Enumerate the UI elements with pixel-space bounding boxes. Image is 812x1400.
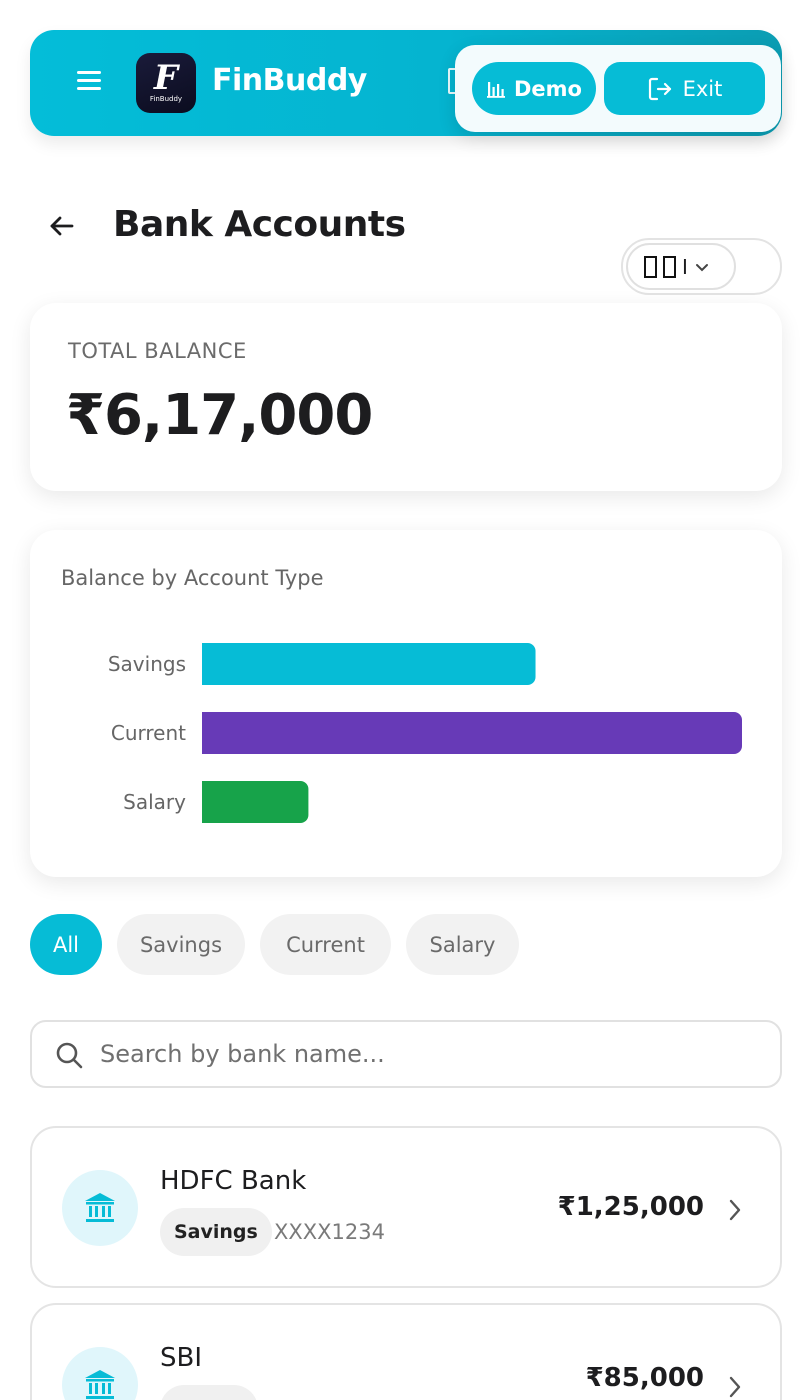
- chevron-right-icon: [729, 1376, 741, 1398]
- app-logo: F FinBuddy: [136, 53, 196, 113]
- page-title: Bank Accounts: [113, 204, 406, 245]
- chart-category-label: Savings: [108, 652, 186, 676]
- account-balance: ₹1,25,000: [557, 1192, 704, 1222]
- chart-category-label: Current: [111, 721, 186, 745]
- account-number: XXXX1234: [274, 1220, 385, 1244]
- account-type-badge: [160, 1385, 258, 1400]
- account-name: SBI: [160, 1343, 203, 1373]
- filter-chip-savings[interactable]: Savings: [117, 914, 245, 975]
- total-balance-label: TOTAL BALANCE: [68, 339, 247, 363]
- header-actions: Demo Exit: [455, 45, 781, 132]
- filter-chip-all[interactable]: All: [30, 914, 102, 975]
- exit-button[interactable]: Exit: [604, 62, 765, 115]
- flag-glyph-icon: [663, 255, 676, 278]
- back-arrow-icon[interactable]: [44, 208, 80, 244]
- account-type-badge: Savings: [160, 1208, 272, 1256]
- bank-icon: [62, 1347, 138, 1400]
- account-card-hdfc[interactable]: HDFC Bank Savings XXXX1234 ₹1,25,000: [30, 1126, 782, 1288]
- language-selector[interactable]: I: [626, 243, 736, 290]
- logout-icon: [648, 77, 671, 100]
- flag-glyph-icon: [644, 255, 657, 278]
- search-input[interactable]: [100, 1032, 760, 1076]
- chart-category-label: Salary: [123, 790, 186, 814]
- search-icon: [56, 1042, 83, 1069]
- chevron-down-icon: [695, 263, 708, 271]
- language-code: I: [682, 254, 688, 279]
- filter-chip-current[interactable]: Current: [260, 914, 391, 975]
- chevron-right-icon: [729, 1199, 741, 1221]
- logo-text: FinBuddy: [149, 95, 183, 103]
- exit-button-label: Exit: [682, 76, 723, 101]
- chart-bar-edge: [202, 781, 212, 823]
- account-card-sbi[interactable]: SBI ₹85,000: [30, 1303, 782, 1400]
- balance-chart-card: Balance by Account Type Savings Current Sa…: [30, 530, 782, 877]
- chart-bar-current: [202, 712, 742, 754]
- account-name: HDFC Bank: [160, 1166, 307, 1196]
- menu-icon[interactable]: [77, 71, 103, 95]
- chart-bar-salary: [202, 781, 309, 823]
- filter-chip-salary[interactable]: Salary: [406, 914, 519, 975]
- demo-button-label: Demo: [514, 76, 582, 101]
- language-selector-container: I: [621, 238, 782, 295]
- total-balance-card: TOTAL BALANCE ₹6,17,000: [30, 303, 782, 491]
- total-balance-value: ₹6,17,000: [66, 383, 373, 448]
- bar-chart-icon: [487, 81, 505, 98]
- bank-icon: [62, 1170, 138, 1246]
- brand-name: FinBuddy: [212, 63, 367, 98]
- chart-bar-edge: [202, 643, 212, 685]
- chart-bar-edge: [202, 712, 212, 754]
- demo-button[interactable]: Demo: [472, 62, 596, 115]
- account-balance: ₹85,000: [585, 1363, 704, 1393]
- search-box: [30, 1020, 782, 1088]
- chart-bar-savings: [202, 643, 536, 685]
- balance-bar-chart: Savings Current Salary: [108, 643, 742, 823]
